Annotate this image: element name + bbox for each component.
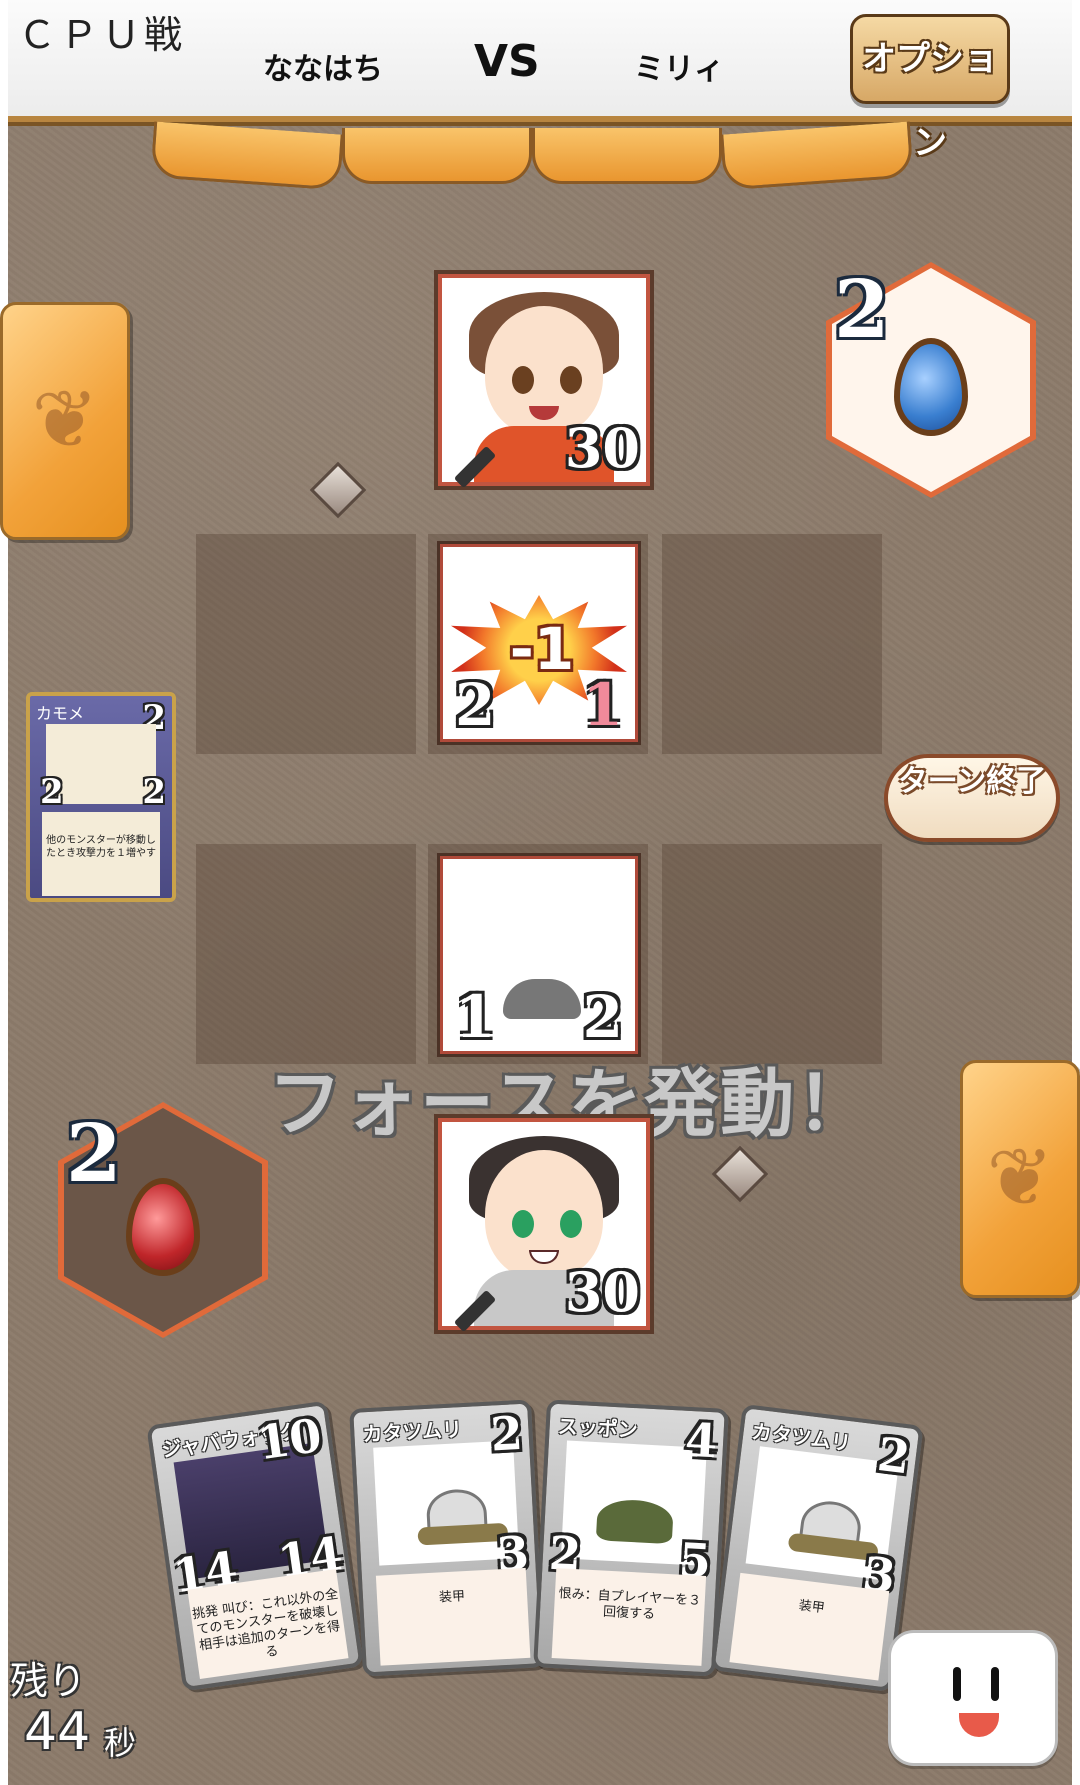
card-description: 装甲 xyxy=(375,1567,531,1666)
monster-defense: 1 xyxy=(582,671,623,739)
deck-emblem-icon: ❦ xyxy=(31,373,99,466)
emote-button[interactable] xyxy=(888,1630,1058,1766)
emote-eye-icon xyxy=(953,1667,961,1701)
hand-card[interactable]: ジャバウォック 10 14 14 挑発 叫び：これ以外の全てのモンスターを破壊し… xyxy=(146,1400,364,1692)
field-slot[interactable] xyxy=(662,534,882,754)
player-portrait[interactable]: 30 xyxy=(434,1114,654,1334)
header-bar: ＣＰＵ戦 ななはち VS ミリィ オプション xyxy=(8,0,1072,163)
player-name: ななはち xyxy=(263,52,383,87)
diamond-marker-icon xyxy=(711,1145,769,1203)
card-cost: 2 xyxy=(489,1405,525,1462)
hand-card[interactable]: カタツムリ 2 3 装甲 xyxy=(349,1399,545,1677)
eye xyxy=(512,366,534,394)
option-button[interactable]: オプション xyxy=(850,14,1010,163)
snail-body xyxy=(417,1522,509,1546)
card-cost: 4 xyxy=(683,1412,719,1469)
monster-attack: 1 xyxy=(455,983,496,1051)
opponent-hp: 30 xyxy=(564,416,640,480)
field-slot[interactable] xyxy=(196,534,416,754)
timer-unit: 秒 xyxy=(104,1724,137,1762)
player-monster-card[interactable]: 1 2 xyxy=(437,853,641,1057)
card-description: 恨み：自プレイヤーを３回復する xyxy=(551,1568,707,1666)
card-description: 挑発 叫び：これ以外の全てのモンスターを破壊し相手は追加のターンを得る xyxy=(187,1568,349,1679)
opponent-hand-card xyxy=(720,121,914,191)
opponent-mana-count: 2 xyxy=(834,262,890,356)
eye xyxy=(560,1210,582,1238)
opponent-hand-card xyxy=(150,121,344,191)
diamond-marker-icon xyxy=(309,461,367,519)
card-attack: 2 xyxy=(40,772,64,812)
field-slot[interactable] xyxy=(662,844,882,1064)
vs-label: VS xyxy=(474,36,540,87)
eye xyxy=(512,1210,534,1238)
right-border xyxy=(1072,0,1080,1785)
monster-attack: 2 xyxy=(455,671,496,739)
game-board: ＣＰＵ戦 ななはち VS ミリィ オプション ❦ ❦ 30 2 -1 2 1 1… xyxy=(0,0,1080,1785)
field-slot[interactable] xyxy=(196,844,416,1064)
rat-icon xyxy=(503,979,581,1019)
opponent-hand-card xyxy=(342,128,532,184)
card-defense: 2 xyxy=(142,772,166,812)
card-info-panel: カモメ 2 2 2 他のモンスターが移動したとき攻撃力を１増やす xyxy=(26,692,176,902)
monster-defense: 2 xyxy=(582,983,623,1051)
card-cost: 2 xyxy=(874,1426,913,1485)
turtle-icon xyxy=(595,1498,674,1545)
left-border xyxy=(0,0,8,1785)
turn-end-button[interactable]: ターン終了 xyxy=(884,754,1060,842)
enemy-monster-card[interactable]: -1 2 1 xyxy=(437,541,641,745)
mode-label: ＣＰＵ戦 xyxy=(18,13,187,57)
emote-mouth-icon xyxy=(959,1713,999,1737)
card-description: 装甲 xyxy=(729,1572,890,1681)
player-mana-count: 2 xyxy=(66,1106,122,1200)
opponent-portrait[interactable]: 30 xyxy=(434,270,654,490)
player-deck[interactable]: ❦ xyxy=(960,1060,1080,1298)
hand-card[interactable]: スッポン 4 2 5 恨み：自プレイヤーを３回復する xyxy=(533,1399,729,1677)
blue-gem-icon xyxy=(894,338,968,436)
opponent-deck: ❦ xyxy=(0,302,130,540)
player-hp: 30 xyxy=(564,1260,640,1324)
opponent-name: ミリィ xyxy=(634,52,724,87)
emote-eye-icon xyxy=(991,1667,999,1701)
red-gem-icon xyxy=(126,1178,200,1276)
card-name: カモメ xyxy=(36,704,85,723)
deck-emblem-icon: ❦ xyxy=(986,1131,1054,1224)
opponent-hand-card xyxy=(532,128,722,184)
card-cost: 10 xyxy=(254,1407,325,1471)
timer-value: 44 xyxy=(24,1702,91,1762)
card-description: 他のモンスターが移動したとき攻撃力を１増やす xyxy=(42,812,160,896)
eye xyxy=(560,366,582,394)
timer-label: 残り xyxy=(10,1659,87,1703)
